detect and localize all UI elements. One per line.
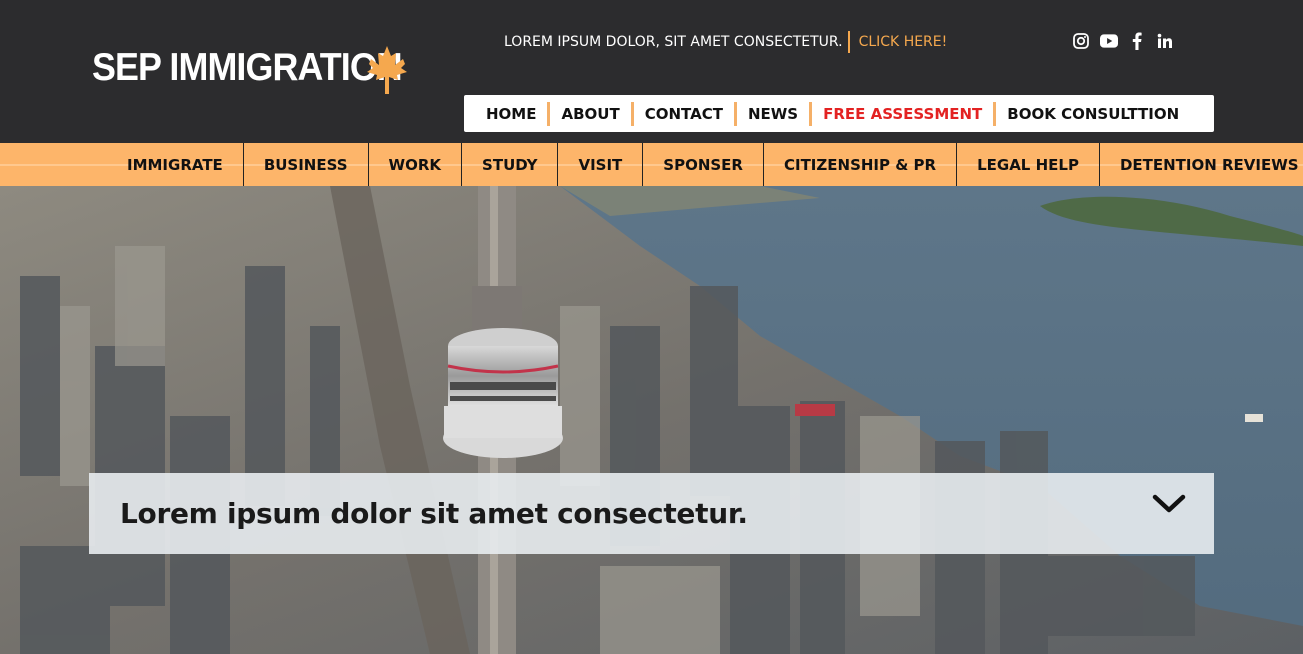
toronto-skyline-photo <box>0 186 1303 654</box>
linkedin-icon[interactable] <box>1156 31 1174 51</box>
nav-book-consulttion[interactable]: BOOK CONSULTTION <box>996 105 1190 123</box>
nav-free-assessment[interactable]: FREE ASSESSMENT <box>812 105 993 123</box>
category-study[interactable]: STUDY <box>462 143 559 186</box>
category-legal-help[interactable]: LEGAL HELP <box>957 143 1100 186</box>
facebook-icon[interactable] <box>1128 31 1146 51</box>
category-nav-bar: IMMIGRATE BUSINESS WORK STUDY VISIT SPONSER CI… <box>0 143 1303 186</box>
instagram-icon[interactable] <box>1072 31 1090 51</box>
category-visit[interactable]: VISIT <box>558 143 644 186</box>
social-links <box>1072 31 1174 51</box>
category-work[interactable]: WORK <box>369 143 463 186</box>
youtube-icon[interactable] <box>1100 31 1118 51</box>
main-nav: HOME ABOUT CONTACT NEWS FREE ASSESSMENT BOOK … <box>464 95 1214 132</box>
page: SEP IMMIGRATION LOREM IPSUM DOLOR, SIT A… <box>0 0 1303 654</box>
promo-bar: LOREM IPSUM DOLOR, SIT AMET CONSECTETUR.… <box>504 30 947 54</box>
nav-about[interactable]: ABOUT <box>550 105 630 123</box>
category-immigrate[interactable]: IMMIGRATE <box>107 143 244 186</box>
click-here-link[interactable]: CLICK HERE! <box>859 34 948 50</box>
promo-divider <box>847 31 850 53</box>
chevron-down-icon[interactable] <box>1152 493 1186 515</box>
accordion-title: Lorem ipsum dolor sit amet consectetur. <box>120 497 748 530</box>
nav-contact[interactable]: CONTACT <box>634 105 734 123</box>
promo-text: LOREM IPSUM DOLOR, SIT AMET CONSECTETUR. <box>504 34 843 50</box>
category-sponser[interactable]: SPONSER <box>643 143 764 186</box>
category-citizenship-pr[interactable]: CITIZENSHIP & PR <box>764 143 958 186</box>
category-nav: IMMIGRATE BUSINESS WORK STUDY VISIT SPONSER CI… <box>107 143 1303 186</box>
nav-news[interactable]: NEWS <box>737 105 809 123</box>
logo[interactable]: SEP IMMIGRATION <box>92 46 429 94</box>
hero-accordion[interactable]: Lorem ipsum dolor sit amet consectetur. <box>89 473 1214 554</box>
hero-image: Lorem ipsum dolor sit amet consectetur. <box>0 186 1303 654</box>
category-detention-reviews[interactable]: DETENTION REVIEWS <box>1100 143 1303 186</box>
top-header: SEP IMMIGRATION LOREM IPSUM DOLOR, SIT A… <box>0 0 1303 143</box>
nav-home[interactable]: HOME <box>475 105 547 123</box>
brand-name: SEP IMMIGRATION <box>92 46 403 89</box>
category-business[interactable]: BUSINESS <box>244 143 369 186</box>
maple-leaf-icon <box>367 46 407 94</box>
